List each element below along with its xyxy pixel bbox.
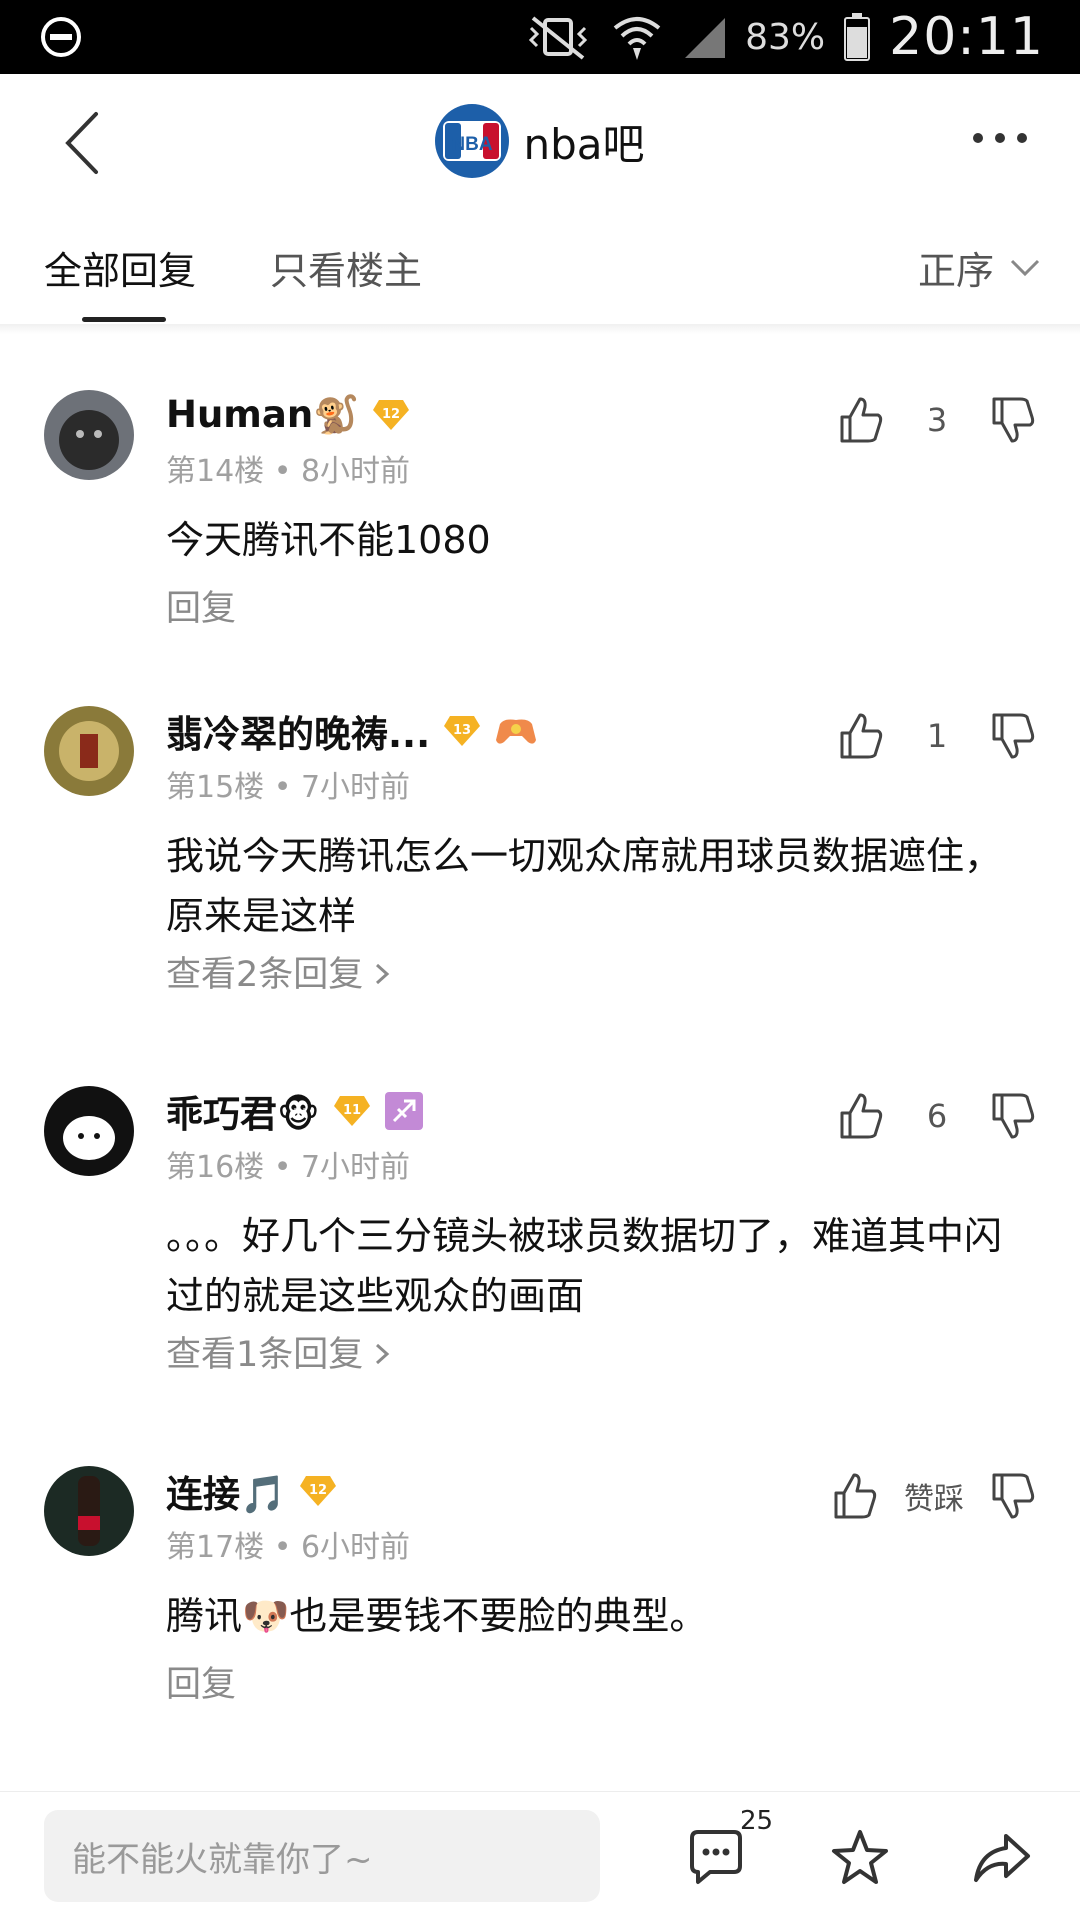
tab-owner-only[interactable]: 只看楼主 (270, 240, 422, 295)
comment-text: 我说今天腾讯怎么一切观众席就用球员数据遮住，原来是这样 (166, 834, 1003, 938)
thumbs-up-icon[interactable] (838, 1091, 884, 1141)
like-count: 6 (926, 1097, 948, 1135)
floor-and-time: 第15楼 • 7小时前 (166, 770, 411, 805)
do-not-disturb-icon (41, 17, 81, 57)
level-badge-icon: 12 (373, 400, 410, 430)
signal-icon (685, 18, 726, 58)
more-options-icon[interactable] (970, 126, 1030, 150)
comment-text: 腾讯🐶也是要钱不要脸的典型。 (166, 1594, 708, 1638)
reply-input[interactable]: 能不能火就靠你了~ (44, 1810, 600, 1902)
chevron-right-icon (376, 963, 390, 985)
floor-number: 第14楼 (166, 454, 265, 489)
star-favorite-icon[interactable] (828, 1826, 892, 1890)
username[interactable]: 连接🎵 (166, 1464, 286, 1518)
view-replies-label: 查看2条回复 (166, 955, 364, 995)
forum-title-group[interactable]: NBA nba吧 (0, 104, 1080, 178)
active-tab-indicator (82, 317, 166, 322)
username[interactable]: 翡冷翠的晚祷... (166, 704, 430, 758)
floor-and-time: 第16楼 • 7小时前 (166, 1150, 411, 1185)
gamepad-badge-icon (496, 719, 537, 744)
status-bar: 83% 20:11 (0, 0, 1080, 74)
post-time: 6小时前 (300, 1530, 411, 1565)
username-row: 乖巧君🐵 11 (166, 1086, 424, 1136)
avatar[interactable] (44, 390, 134, 480)
vote-actions: 3 (838, 390, 1036, 450)
battery-icon (844, 13, 871, 61)
thumbs-down-icon[interactable] (990, 395, 1036, 445)
like-label: 赞踩 (904, 1482, 964, 1517)
sort-order-label: 正序 (917, 249, 994, 293)
sagittarius-badge-icon (384, 1092, 423, 1130)
tab-all-replies[interactable]: 全部回复 (44, 240, 196, 295)
level-number: 12 (309, 1483, 327, 1498)
username-row: 翡冷翠的晚祷... 13 (166, 706, 538, 756)
vote-actions: 1 (838, 706, 1036, 766)
battery-percent: 83% (745, 16, 826, 58)
level-badge-icon: 12 (300, 1476, 337, 1506)
post-time: 7小时前 (300, 1150, 411, 1185)
floor-number: 第17楼 (166, 1530, 265, 1565)
username-row: Human🐒 12 (166, 390, 411, 440)
post-time: 8小时前 (300, 454, 411, 489)
share-icon[interactable] (970, 1826, 1034, 1890)
level-number: 12 (382, 407, 400, 422)
wifi-icon (613, 17, 661, 60)
reply-link[interactable]: 回复 (166, 1656, 236, 1707)
comment-text: 。。。好几个三分镜头被球员数据切了，难道其中闪过的就是这些观众的画面 (166, 1214, 1003, 1318)
username-row: 连接🎵 12 (166, 1466, 338, 1516)
floor-and-time: 第17楼 • 6小时前 (166, 1530, 411, 1565)
level-number: 13 (453, 723, 471, 738)
nba-logo-mark: NBA (443, 121, 502, 161)
avatar-cartoon-image (44, 1086, 134, 1176)
reply-input-placeholder: 能不能火就靠你了~ (72, 1839, 373, 1880)
view-replies-link[interactable]: 查看1条回复 (166, 1326, 390, 1377)
avatar[interactable] (44, 1466, 134, 1556)
level-badge-icon: 13 (444, 716, 481, 746)
chevron-down-icon (1010, 259, 1040, 276)
nba-logo: NBA (435, 104, 510, 178)
tabs-shadow (0, 324, 1080, 334)
avatar[interactable] (44, 1086, 134, 1176)
page-title: nba吧 (523, 119, 645, 169)
thumbs-down-icon[interactable] (990, 1471, 1036, 1521)
floor-and-time: 第14楼 • 8小时前 (166, 454, 411, 489)
like-count: 3 (926, 401, 948, 439)
username[interactable]: 乖巧君🐵 (166, 1084, 320, 1138)
username[interactable]: Human🐒 (166, 393, 359, 437)
comment-text: 今天腾讯不能1080 (166, 518, 491, 562)
view-replies-link[interactable]: 查看2条回复 (166, 946, 390, 997)
nba-logo-text: NBA (452, 134, 493, 155)
reply-link[interactable]: 回复 (166, 580, 236, 631)
mute-vibrate-icon (529, 16, 588, 60)
chevron-right-icon (376, 1343, 390, 1365)
level-number: 11 (343, 1103, 361, 1118)
comment-icon[interactable] (684, 1826, 748, 1890)
avatar-monkey-image (44, 390, 134, 480)
thumbs-down-icon[interactable] (990, 1091, 1036, 1141)
avatar-bottle-image (44, 1466, 134, 1556)
thumbs-up-icon[interactable] (832, 1471, 878, 1521)
sort-order-dropdown[interactable]: 正序 (918, 240, 1040, 295)
post-time: 7小时前 (300, 770, 411, 805)
reply-filter-tabs: 全部回复 只看楼主 正序 (0, 214, 1080, 325)
comment-count-badge: 25 (740, 1806, 774, 1836)
level-badge-icon: 11 (333, 1096, 370, 1126)
top-nav-bar: NBA nba吧 (0, 74, 1080, 214)
thumbs-up-icon[interactable] (838, 711, 884, 761)
thumbs-down-icon[interactable] (990, 711, 1036, 761)
vote-actions: 6 (838, 1086, 1036, 1146)
view-replies-label: 查看1条回复 (166, 1335, 364, 1375)
floor-number: 第15楼 (166, 770, 265, 805)
floor-number: 第16楼 (166, 1150, 265, 1185)
avatar[interactable] (44, 706, 134, 796)
vote-actions: 赞踩 (832, 1466, 1036, 1526)
bottom-action-bar: 能不能火就靠你了~ 25 (0, 1791, 1080, 1920)
avatar-emblem-image (44, 706, 134, 796)
clock: 20:11 (889, 7, 1044, 67)
thumbs-up-icon[interactable] (838, 395, 884, 445)
like-count: 1 (926, 717, 948, 755)
